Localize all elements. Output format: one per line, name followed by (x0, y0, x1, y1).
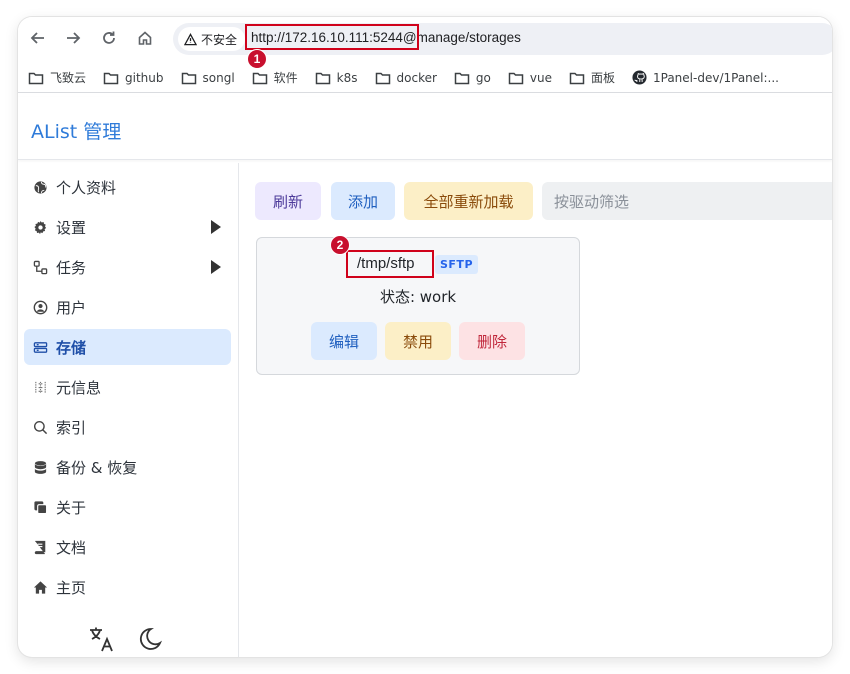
meta-icon (32, 379, 48, 395)
url-path: @manage/storages (402, 30, 521, 45)
app-header: AList 管理 (18, 97, 832, 160)
bookmark-github-repo[interactable]: 1Panel-dev/1Panel:... (632, 70, 779, 85)
bookmark-folder[interactable]: docker (375, 71, 437, 85)
driver-badge: SFTP (435, 255, 479, 274)
back-icon[interactable] (27, 27, 49, 49)
bookmark-folder[interactable]: songl (181, 71, 235, 85)
bookmark-folder[interactable]: vue (508, 71, 552, 85)
folder-icon (454, 72, 470, 84)
bookmark-folder[interactable]: 飞致云 (28, 69, 86, 86)
expand-arrow-icon[interactable] (211, 220, 221, 234)
bookmark-folder[interactable]: 软件 (252, 69, 298, 86)
folder-icon (103, 72, 119, 84)
folder-icon (28, 72, 44, 84)
folder-icon (569, 72, 585, 84)
sidebar-item-home[interactable]: 主页 (24, 569, 231, 605)
globe-icon (32, 179, 48, 195)
bookmarks-bar: 飞致云 github songl 软件 k8s docker go vue 面板… (18, 63, 832, 93)
annotation-marker-2: 2 (330, 235, 350, 255)
sidebar-footer (88, 625, 164, 657)
sidebar-item-profile[interactable]: 个人资料 (24, 169, 231, 205)
annotation-box-url (245, 24, 419, 50)
about-icon (32, 499, 48, 515)
sidebar-item-tasks[interactable]: 任务 (24, 249, 231, 285)
browser-window: 不安全 http://172.16.10.111:5244@manage/sto… (18, 17, 832, 657)
folder-icon (181, 72, 196, 84)
sidebar-item-settings[interactable]: 设置 (24, 209, 231, 245)
security-label: 不安全 (201, 32, 238, 47)
edit-button[interactable]: 编辑 (311, 322, 377, 360)
folder-icon (375, 72, 390, 84)
warning-icon (184, 32, 197, 45)
folder-icon (315, 72, 330, 84)
status-text: 状态: work (379, 288, 457, 306)
driver-filter-input[interactable]: 按驱动筛选 (542, 182, 832, 220)
user-circle-icon (32, 299, 48, 315)
sidebar: 个人资料 设置 任务 用户 存储 元信息 索引 备份 & 恢复 关于 文档 主页 (18, 163, 239, 657)
sidebar-item-docs[interactable]: 文档 (24, 529, 231, 565)
search-icon (32, 419, 48, 435)
storage-card: /tmp/sftp 2 SFTP 状态: work 编辑 禁用 删除 (256, 235, 580, 375)
expand-arrow-icon[interactable] (211, 260, 221, 274)
add-button[interactable]: 添加 (331, 182, 395, 220)
reload-icon[interactable] (98, 27, 120, 49)
translate-icon[interactable] (88, 625, 116, 657)
gear-icon (32, 219, 48, 235)
dark-mode-icon[interactable] (136, 625, 164, 657)
app-title[interactable]: AList 管理 (31, 117, 121, 144)
sidebar-item-index[interactable]: 索引 (24, 409, 231, 445)
github-icon (632, 70, 647, 85)
browser-toolbar: 不安全 http://172.16.10.111:5244@manage/sto… (18, 17, 832, 69)
book-icon (32, 539, 48, 555)
security-chip[interactable]: 不安全 (178, 27, 246, 51)
refresh-button[interactable]: 刷新 (255, 182, 321, 220)
folder-icon (508, 72, 524, 84)
sidebar-item-about[interactable]: 关于 (24, 489, 231, 525)
bookmark-folder[interactable]: github (103, 71, 164, 85)
delete-button[interactable]: 删除 (459, 322, 525, 360)
database-icon (32, 459, 48, 475)
home-button-icon[interactable] (134, 27, 156, 49)
home-icon (32, 579, 48, 595)
main-content: 刷新 添加 全部重新加载 按驱动筛选 /tmp/sftp 2 SFTP 状态: … (240, 163, 832, 657)
sidebar-item-backup-restore[interactable]: 备份 & 恢复 (24, 449, 231, 485)
sidebar-item-meta[interactable]: 元信息 (24, 369, 231, 405)
annotation-box-mount (346, 250, 434, 278)
reload-all-button[interactable]: 全部重新加载 (404, 182, 533, 220)
sidebar-item-storage[interactable]: 存储 (24, 329, 231, 365)
disable-button[interactable]: 禁用 (385, 322, 451, 360)
folder-icon (252, 72, 267, 84)
bookmark-folder[interactable]: 面板 (569, 69, 615, 86)
bookmark-folder[interactable]: k8s (315, 71, 358, 85)
bookmark-folder[interactable]: go (454, 71, 491, 85)
tasks-icon (32, 259, 48, 275)
storage-icon (32, 339, 48, 355)
sidebar-item-users[interactable]: 用户 (24, 289, 231, 325)
forward-icon[interactable] (62, 27, 84, 49)
